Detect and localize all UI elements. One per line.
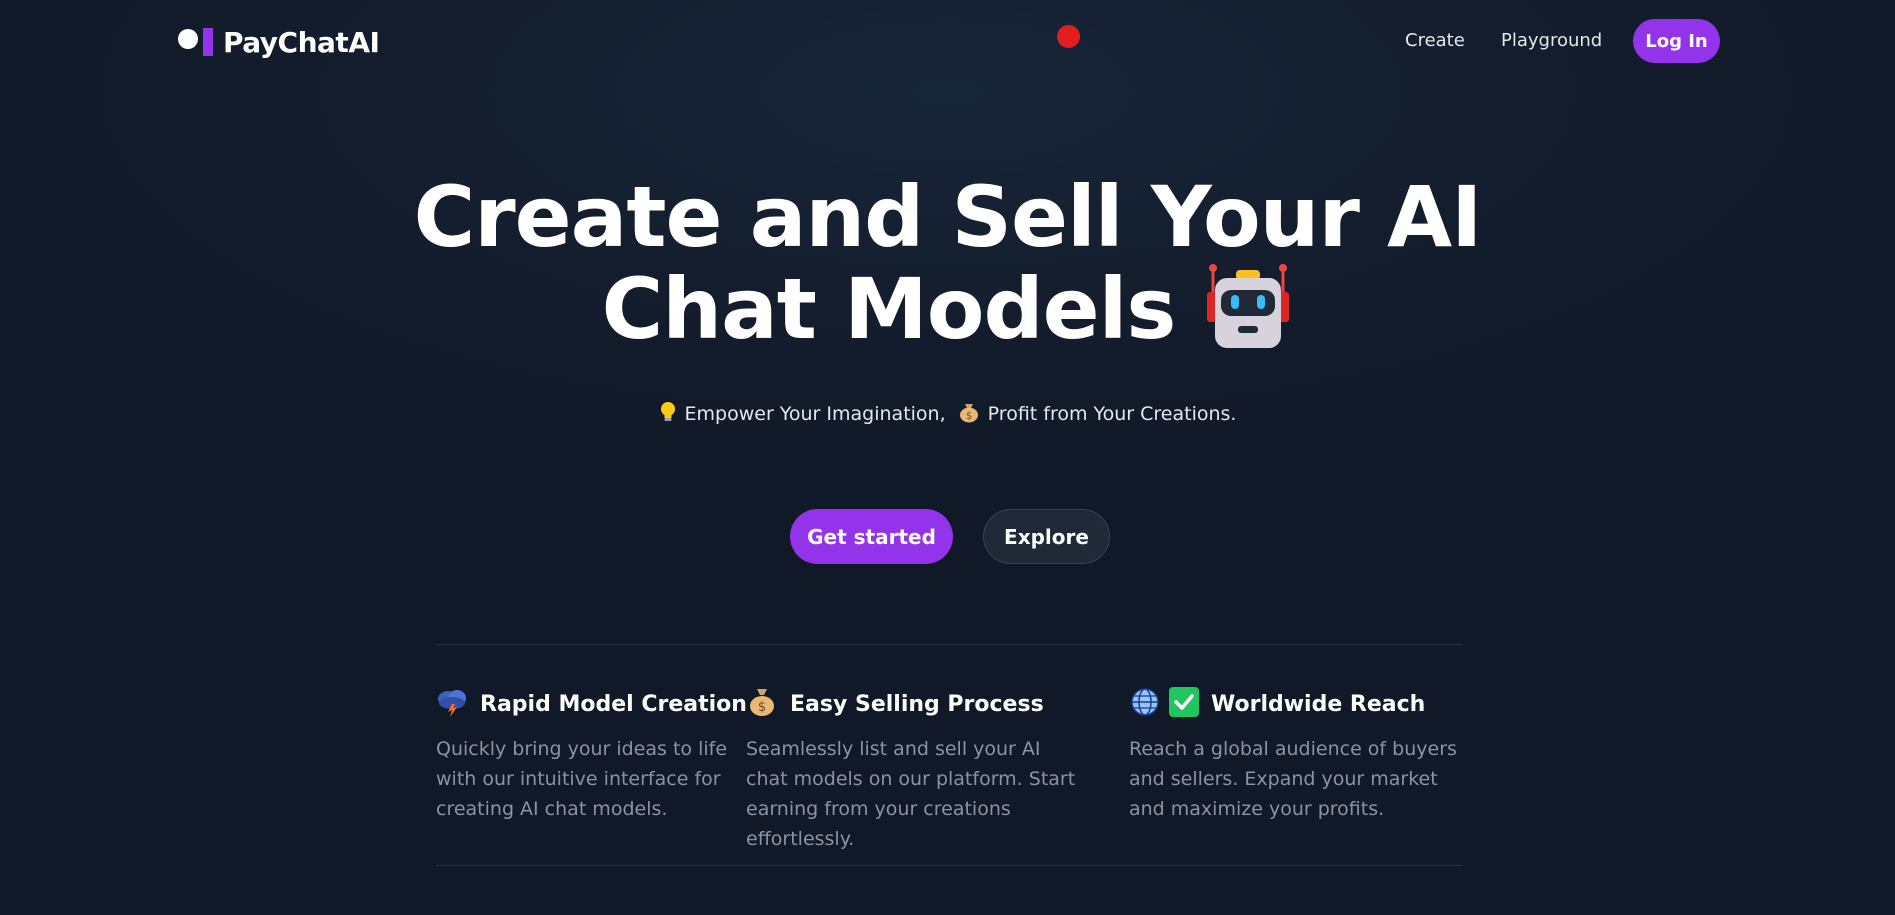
nav-link-playground[interactable]: Playground: [1501, 30, 1602, 51]
feature-rapid-model-creation: Rapid Model Creation Quickly bring your …: [436, 686, 747, 824]
top-navbar: PayChatAI Create Playground Log In: [0, 0, 1895, 84]
login-button[interactable]: Log In: [1633, 19, 1720, 63]
hero-title: Create and Sell Your AI Chat Models: [0, 172, 1895, 368]
logo-dot-icon: [178, 29, 198, 49]
feature-header: Worldwide Reach: [1129, 686, 1463, 722]
features-divider-bottom: [436, 865, 1463, 866]
lightbulb-icon: [659, 401, 677, 428]
money-bag-icon: $: [958, 401, 980, 428]
feature-header: Rapid Model Creation: [436, 686, 747, 722]
hero-subtitle: Empower Your Imagination, $ Profit from …: [0, 401, 1895, 428]
globe-icon: [1129, 686, 1161, 722]
features-divider-top: [436, 644, 1463, 645]
logo-bar-icon: [203, 28, 213, 56]
hero-title-line1: Create and Sell Your AI: [413, 168, 1483, 266]
feature-description: Seamlessly list and sell your AI chat mo…: [746, 738, 1076, 850]
feature-title: Rapid Model Creation: [480, 691, 747, 717]
feature-easy-selling-process: $ Easy Selling Process Seamlessly list a…: [746, 686, 1086, 854]
record-indicator-icon: [1057, 25, 1080, 48]
hero-title-line2: Chat Models: [601, 260, 1177, 358]
explore-button[interactable]: Explore: [983, 509, 1110, 564]
svg-text:$: $: [965, 411, 971, 422]
money-bag-icon: $: [746, 686, 778, 722]
robot-icon: [1203, 262, 1293, 368]
brand-logo[interactable]: PayChatAI: [178, 24, 380, 60]
feature-worldwide-reach: Worldwide Reach Reach a global audience …: [1129, 686, 1463, 824]
feature-header: $ Easy Selling Process: [746, 686, 1086, 722]
brand-name: PayChatAI: [223, 25, 380, 59]
hero-title-line2-wrap: Chat Models: [0, 262, 1895, 368]
feature-title: Easy Selling Process: [790, 691, 1044, 717]
lightning-cloud-icon: [436, 687, 468, 721]
svg-text:$: $: [758, 700, 766, 715]
feature-title: Worldwide Reach: [1211, 691, 1426, 717]
feature-description: Reach a global audience of buyers and se…: [1129, 738, 1457, 820]
feature-description: Quickly bring your ideas to life with ou…: [436, 738, 728, 820]
nav-link-create[interactable]: Create: [1405, 30, 1465, 51]
subtitle-part1: Empower Your Imagination,: [684, 403, 946, 425]
subtitle-part2: Profit from Your Creations.: [987, 403, 1237, 425]
check-mark-icon: [1169, 687, 1199, 721]
get-started-button[interactable]: Get started: [790, 509, 953, 564]
